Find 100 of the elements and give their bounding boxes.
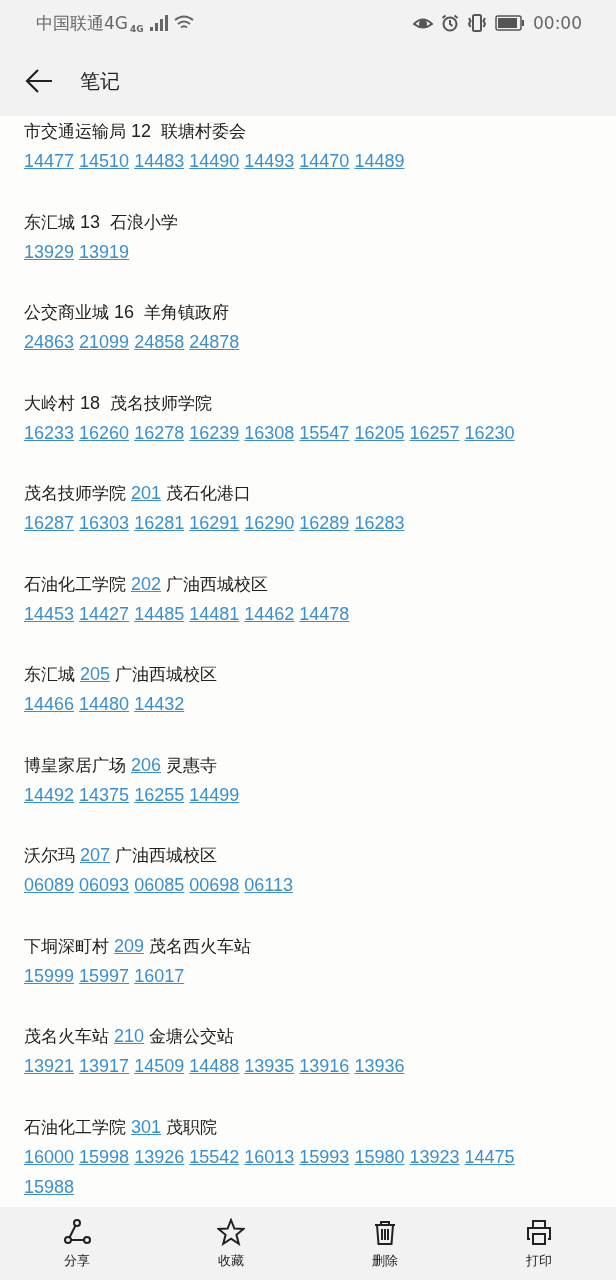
route-link[interactable]: 301	[131, 1116, 162, 1137]
stop-name: 广油西城校区	[166, 573, 269, 594]
stop-name: 公交商业城	[24, 302, 109, 322]
code-link[interactable]: 21099	[79, 327, 130, 357]
code-link[interactable]: 16303	[79, 508, 130, 538]
code-link[interactable]: 14481	[189, 598, 240, 629]
code-link[interactable]: 14480	[79, 689, 130, 719]
code-link[interactable]: 06113	[244, 870, 293, 900]
stop-name: 大岭村	[24, 392, 75, 413]
code-link[interactable]: 14432	[134, 689, 185, 719]
code-link[interactable]: 15999	[24, 960, 75, 991]
route-link[interactable]: 205	[80, 664, 111, 684]
code-link[interactable]: 14470	[299, 146, 350, 176]
battery-icon	[495, 15, 525, 31]
code-link[interactable]: 14477	[24, 146, 75, 176]
code-link[interactable]: 16233	[24, 417, 75, 448]
code-link[interactable]: 16308	[244, 417, 295, 448]
stop-name: 石油化工学院	[24, 1116, 126, 1137]
code-link[interactable]: 16013	[244, 1141, 295, 1172]
code-link[interactable]: 13916	[299, 1051, 350, 1081]
code-link[interactable]: 13923	[409, 1141, 460, 1172]
stop-name: 下垌深町村	[24, 935, 109, 956]
stop-name: 东汇城	[24, 211, 75, 232]
code-link[interactable]: 15988	[24, 1171, 75, 1202]
code-link[interactable]: 15542	[189, 1141, 240, 1172]
code-link[interactable]: 06093	[79, 870, 130, 900]
stop-name: 灵惠寺	[166, 754, 218, 775]
code-link[interactable]: 14483	[134, 146, 185, 176]
route-link[interactable]: 210	[114, 1026, 145, 1046]
code-link[interactable]: 14375	[79, 779, 130, 810]
star-icon	[217, 1217, 245, 1246]
code-link[interactable]: 16260	[79, 417, 130, 448]
code-link[interactable]: 15998	[79, 1141, 130, 1172]
stop-name: 羊角镇政府	[144, 302, 230, 322]
code-link[interactable]: 24878	[189, 327, 240, 357]
delete-button[interactable]: 删除	[308, 1207, 462, 1280]
code-link[interactable]: 16255	[134, 779, 185, 810]
code-link[interactable]: 13929	[24, 236, 75, 267]
code-link[interactable]: 14427	[79, 598, 130, 629]
code-link[interactable]: 13926	[134, 1141, 185, 1172]
code-link[interactable]: 14509	[134, 1051, 185, 1081]
code-link[interactable]: 16289	[299, 508, 350, 538]
carrier-label: 中国联通4G	[36, 11, 128, 35]
code-link[interactable]: 13917	[79, 1051, 130, 1081]
route-number: 18	[80, 392, 101, 413]
code-link[interactable]: 14493	[244, 146, 295, 176]
code-link[interactable]: 13936	[354, 1051, 405, 1081]
vibrate-icon	[467, 14, 487, 32]
code-link[interactable]: 15997	[79, 960, 130, 991]
stop-name: 茂石化港口	[166, 483, 252, 503]
code-link[interactable]: 14499	[189, 779, 240, 810]
code-link[interactable]: 16287	[24, 508, 75, 538]
code-link[interactable]: 16291	[189, 508, 240, 538]
route-link[interactable]: 209	[114, 935, 145, 956]
stop-name: 石浪小学	[110, 211, 179, 232]
code-link[interactable]: 16278	[134, 417, 185, 448]
code-link[interactable]: 06089	[24, 870, 75, 900]
code-link[interactable]: 06085	[134, 870, 185, 900]
code-link[interactable]: 15980	[354, 1141, 405, 1172]
code-link[interactable]: 24863	[24, 327, 75, 357]
code-link[interactable]: 13921	[24, 1051, 75, 1081]
code-link[interactable]: 16283	[354, 508, 405, 538]
route-link[interactable]: 201	[131, 483, 162, 503]
code-link[interactable]: 14488	[189, 1051, 240, 1081]
route-link[interactable]: 206	[131, 754, 162, 775]
code-link[interactable]: 13919	[79, 236, 130, 267]
route-link[interactable]: 207	[80, 845, 111, 865]
code-link[interactable]: 14490	[189, 146, 240, 176]
stop-name: 茂名火车站	[24, 1026, 109, 1046]
code-link[interactable]: 14489	[354, 146, 405, 176]
share-button[interactable]: 分享	[0, 1207, 154, 1280]
code-link[interactable]: 14466	[24, 689, 75, 719]
code-link[interactable]: 16230	[464, 417, 515, 448]
code-link[interactable]: 16257	[409, 417, 460, 448]
page-title: 笔记	[80, 67, 120, 95]
code-link[interactable]: 14475	[464, 1141, 515, 1172]
stop-name: 茂职院	[166, 1116, 218, 1137]
code-link[interactable]: 15993	[299, 1141, 350, 1172]
code-link[interactable]: 16205	[354, 417, 405, 448]
code-link[interactable]: 14485	[134, 598, 185, 629]
code-link[interactable]: 16239	[189, 417, 240, 448]
print-button[interactable]: 打印	[462, 1207, 616, 1280]
route-link[interactable]: 202	[131, 573, 162, 594]
code-link[interactable]: 14462	[244, 598, 295, 629]
code-link[interactable]: 16290	[244, 508, 295, 538]
code-link[interactable]: 14510	[79, 146, 130, 176]
code-link[interactable]: 16000	[24, 1141, 75, 1172]
code-link[interactable]: 14478	[299, 598, 350, 629]
code-link[interactable]: 24858	[134, 327, 185, 357]
route-number: 13	[80, 211, 101, 232]
star-button[interactable]: 收藏	[154, 1207, 308, 1280]
stop-name: 市交通运输局	[24, 121, 126, 141]
code-link[interactable]: 13935	[244, 1051, 295, 1081]
code-link[interactable]: 14492	[24, 779, 75, 810]
code-link[interactable]: 15547	[299, 417, 350, 448]
stop-name: 联塘村委会	[161, 121, 247, 141]
code-link[interactable]: 16281	[134, 508, 185, 538]
code-link[interactable]: 16017	[134, 960, 185, 991]
code-link[interactable]: 00698	[189, 870, 240, 900]
code-link[interactable]: 14453	[24, 598, 75, 629]
